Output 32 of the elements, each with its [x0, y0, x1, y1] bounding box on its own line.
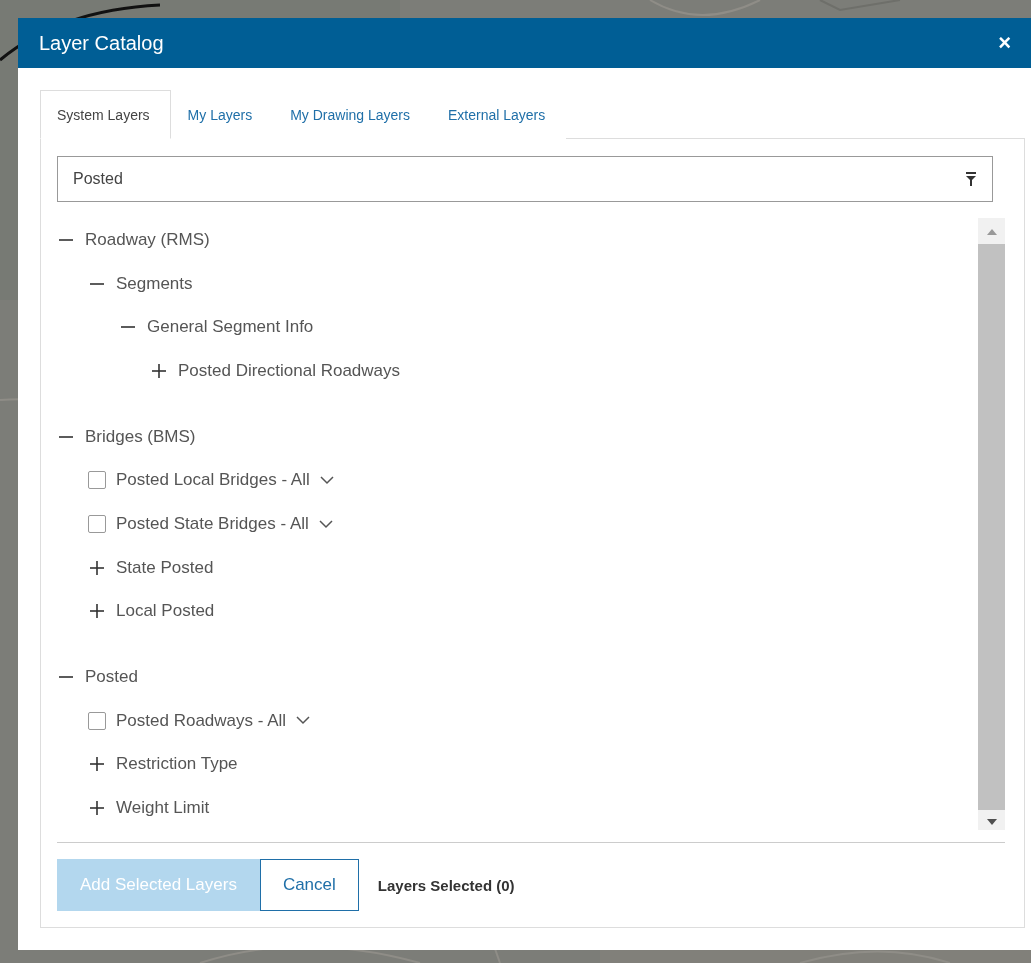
- checkbox[interactable]: [88, 471, 106, 490]
- layer-name[interactable]: Posted State Bridges - All: [116, 514, 309, 535]
- tree-item[interactable]: Posted Directional Roadways: [178, 361, 401, 381]
- tree-item[interactable]: Roadway (RMS): [85, 229, 210, 250]
- layer-name[interactable]: Posted Roadways - All: [116, 710, 287, 731]
- chevron-icon[interactable]: [318, 519, 333, 529]
- tree-item[interactable]: Weight Limit: [116, 798, 210, 819]
- close-button[interactable]: ×: [998, 30, 1011, 56]
- expand-icon[interactable]: [88, 602, 106, 621]
- scroll-down-icon[interactable]: [985, 818, 998, 826]
- tree-item[interactable]: Posted: [85, 667, 138, 688]
- checkbox[interactable]: [88, 711, 106, 730]
- tree-item[interactable]: State Posted: [116, 557, 214, 578]
- layer-name[interactable]: Posted Local Bridges - All: [116, 470, 310, 491]
- cancel-button[interactable]: Cancel: [259, 859, 359, 911]
- chevron-icon[interactable]: [296, 716, 311, 726]
- tree-item[interactable]: Local Posted: [116, 601, 215, 622]
- expand-icon[interactable]: [88, 558, 106, 577]
- filter-icon[interactable]: [965, 172, 977, 186]
- expand-icon[interactable]: [150, 362, 168, 380]
- expand-icon[interactable]: [88, 799, 106, 818]
- tree-item[interactable]: Restriction Type: [116, 754, 238, 775]
- dialog-title: Layer Catalog: [39, 31, 164, 55]
- tab[interactable]: System Layers: [40, 90, 171, 139]
- tree-item[interactable]: Segments: [116, 273, 193, 294]
- selection-count: Layers Selected (0): [377, 876, 515, 894]
- tree-item[interactable]: Bridges (BMS): [85, 426, 196, 447]
- chevron-icon[interactable]: [319, 475, 334, 485]
- tree-item[interactable]: General Segment Info: [147, 317, 314, 338]
- expand-icon[interactable]: [88, 755, 106, 774]
- checkbox[interactable]: [88, 515, 106, 534]
- search-field[interactable]: Posted: [57, 156, 993, 202]
